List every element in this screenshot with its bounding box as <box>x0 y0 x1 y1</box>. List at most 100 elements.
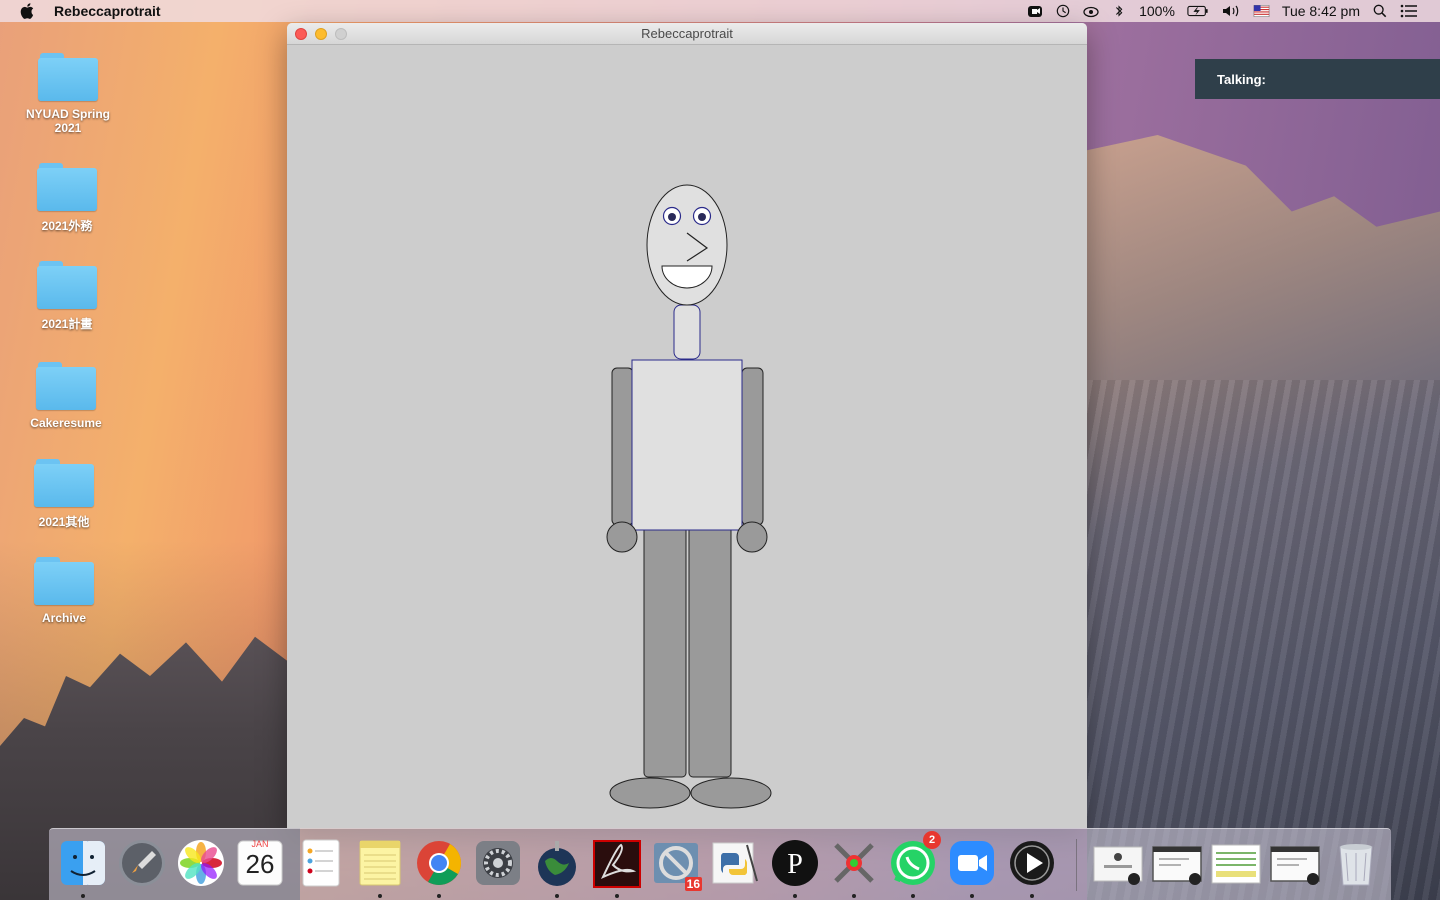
minimize-window-button[interactable] <box>315 28 327 40</box>
battery-percentage[interactable]: 100% <box>1139 3 1175 19</box>
dock-whatsapp[interactable]: 2 <box>887 831 941 898</box>
calendar-month: JAN <box>251 839 269 849</box>
right-foot <box>690 777 772 809</box>
status-menus: 100% Tue 8:42 pm <box>1027 0 1418 22</box>
desktop-folder-2021-other[interactable]: 2021其他 <box>9 459 119 530</box>
notes-icon <box>359 840 401 886</box>
trash-icon <box>1339 844 1373 886</box>
window-titlebar[interactable]: Rebeccaprotrait <box>287 23 1087 45</box>
folder-icon <box>37 261 97 309</box>
desktop-item-label: 2021其他 <box>38 515 90 529</box>
creative-cloud-icon[interactable] <box>1083 4 1099 18</box>
dock-calendar[interactable]: JAN 26 <box>234 837 286 889</box>
acrobat-icon <box>593 840 641 888</box>
close-window-button[interactable] <box>295 28 307 40</box>
folder-icon <box>34 557 94 605</box>
dock-python[interactable] <box>709 837 761 889</box>
rocket-icon <box>119 840 165 886</box>
active-app-name[interactable]: Rebeccaprotrait <box>54 3 161 19</box>
desktop-folder-2021-plan[interactable]: 2021計畫 <box>12 261 122 332</box>
desktop-item-label: NYUAD Spring 2021 <box>26 107 110 135</box>
gear-icon <box>476 841 520 885</box>
dock-minimized-window-2[interactable] <box>1151 837 1203 889</box>
dock-notes[interactable] <box>354 837 406 898</box>
us-flag-icon[interactable] <box>1253 4 1270 18</box>
python-icon <box>712 842 758 884</box>
folder-icon <box>36 362 96 410</box>
left-leg <box>643 521 687 778</box>
spotlight-search-icon[interactable] <box>1372 4 1388 18</box>
whatsapp-unread-badge: 2 <box>923 831 941 849</box>
menu-bar: Rebeccaprotrait 100% Tue 8:42 pm <box>0 0 1440 22</box>
dock-photos[interactable] <box>175 837 227 889</box>
play-icon <box>1010 841 1054 885</box>
sketch-canvas[interactable] <box>287 45 1087 828</box>
window-thumbnail-icon <box>1093 846 1143 885</box>
notification-center-icon[interactable] <box>1400 4 1418 18</box>
dock-reminders[interactable] <box>295 837 347 889</box>
desktop-item-label: 2021計畫 <box>41 317 93 331</box>
right-arm <box>741 367 764 526</box>
blocker-badge: 16 <box>684 877 702 891</box>
calendar-day: 26 <box>245 849 275 879</box>
zoom-window-button[interactable] <box>335 28 347 40</box>
window-title: Rebeccaprotrait <box>641 26 733 41</box>
left-arm <box>611 367 634 526</box>
neck <box>673 304 701 360</box>
talking-notification[interactable]: Talking: <box>1195 59 1440 99</box>
dock-system-preferences[interactable] <box>472 837 524 889</box>
dock-trash[interactable] <box>1330 837 1382 889</box>
desktop-folder-nyuad-spring-2021[interactable]: NYUAD Spring 2021 <box>13 53 123 135</box>
dock-minimized-window-4[interactable] <box>1269 837 1321 889</box>
folder-icon <box>37 163 97 211</box>
right-leg <box>688 521 732 778</box>
torso <box>631 359 743 531</box>
dock-chrome[interactable] <box>413 837 465 898</box>
right-pupil <box>698 213 706 221</box>
dock: JAN 26 16 P 2 <box>49 828 1391 900</box>
left-hand <box>606 521 638 553</box>
notification-text: Talking: <box>1217 72 1266 87</box>
dock-self-control[interactable]: 16 <box>650 837 702 891</box>
globe-icon <box>538 841 576 886</box>
desktop-folder-archive[interactable]: Archive <box>9 557 119 625</box>
window-thumbnail-icon <box>1152 846 1202 885</box>
apple-menu-icon[interactable] <box>20 3 34 19</box>
left-pupil <box>668 213 676 221</box>
battery-charging-icon[interactable] <box>1187 4 1209 18</box>
video-camera-icon <box>950 841 994 885</box>
time-machine-icon[interactable] <box>1055 4 1071 18</box>
dock-acrobat[interactable] <box>591 837 643 898</box>
dock-minimized-window-1[interactable] <box>1092 837 1144 889</box>
wallpaper-rock-texture <box>1087 380 1440 900</box>
dock-google-earth[interactable] <box>531 837 583 898</box>
dock-launchpad[interactable] <box>116 837 168 889</box>
dock-zoom[interactable] <box>946 837 998 898</box>
reminders-icon <box>302 839 340 887</box>
photos-icon <box>178 840 224 886</box>
folder-icon <box>34 459 94 507</box>
chrome-icon <box>417 841 461 885</box>
desktop-item-label: 2021外務 <box>41 219 93 233</box>
sketch-window: Rebeccaprotrait <box>287 23 1087 828</box>
clock[interactable]: Tue 8:42 pm <box>1282 3 1360 19</box>
svg-text:P: P <box>787 849 803 880</box>
volume-icon[interactable] <box>1221 4 1241 18</box>
screen-record-icon[interactable] <box>1027 4 1043 18</box>
folder-icon <box>38 53 98 101</box>
dock-minimized-window-3[interactable] <box>1210 837 1262 889</box>
bluetooth-icon[interactable] <box>1111 4 1127 18</box>
desktop-folder-2021-external[interactable]: 2021外務 <box>12 163 122 234</box>
right-hand <box>736 521 768 553</box>
processing-icon: P <box>772 840 818 886</box>
desktop-item-label: Cakeresume <box>30 416 102 430</box>
dock-digital-color-meter[interactable] <box>828 837 880 898</box>
dock-finder[interactable] <box>57 837 109 898</box>
left-foot <box>609 777 691 809</box>
desktop-item-label: Archive <box>41 611 87 625</box>
finder-icon <box>61 841 105 885</box>
desktop-folder-cakeresume[interactable]: Cakeresume <box>11 362 121 430</box>
color-tools-icon <box>834 843 874 883</box>
dock-quicktime[interactable] <box>1006 837 1058 898</box>
dock-processing[interactable]: P <box>769 837 821 898</box>
